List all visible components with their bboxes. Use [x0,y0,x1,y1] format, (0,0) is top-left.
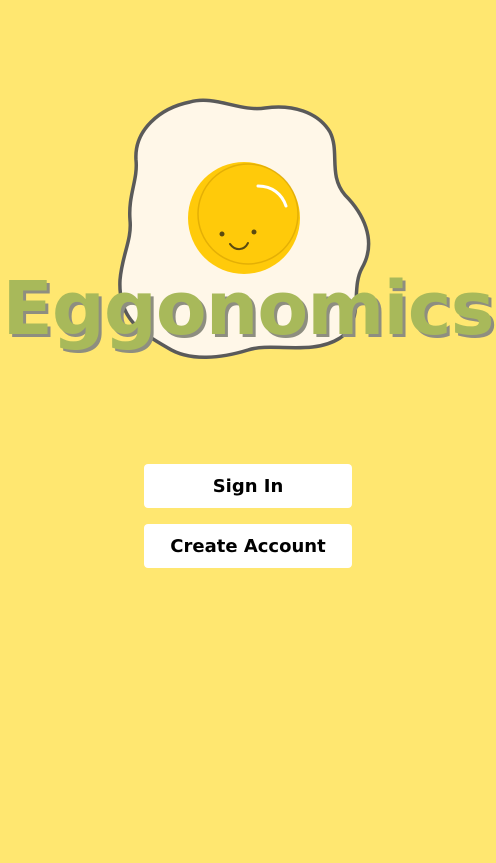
fried-egg-icon [118,98,371,359]
create-account-button[interactable]: Create Account [144,524,352,568]
app-logo: Eggonomics [0,0,496,420]
welcome-screen: Eggonomics Sign In Create Account [0,0,496,863]
sign-in-button[interactable]: Sign In [144,464,352,508]
app-wordmark: Eggonomics [2,266,494,352]
